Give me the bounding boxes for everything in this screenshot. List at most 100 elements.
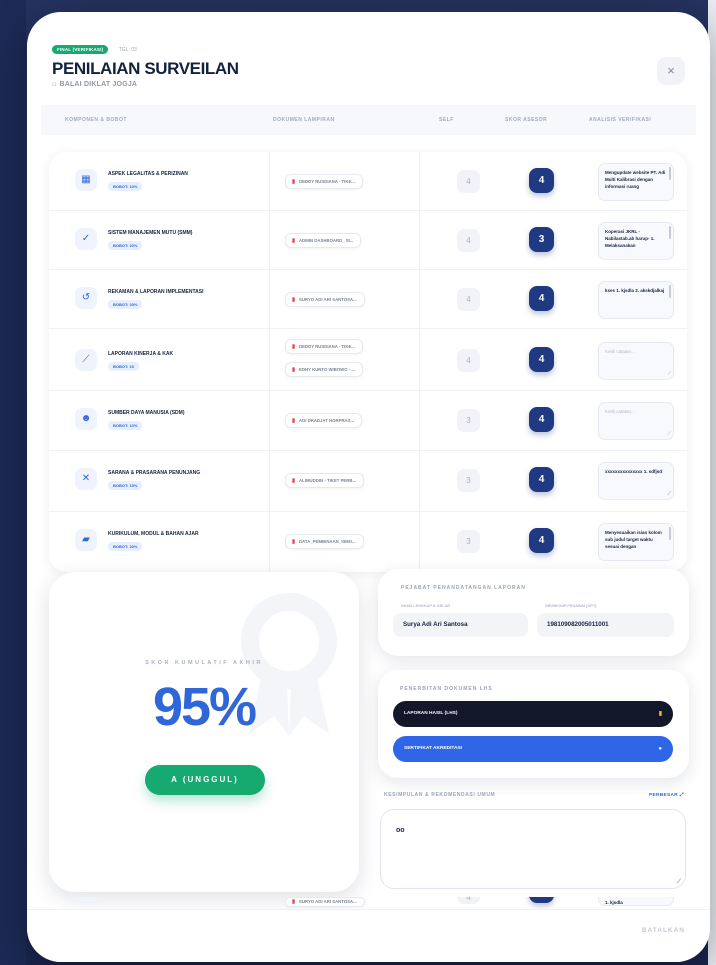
asesor-score-button[interactable]: 4	[529, 467, 554, 492]
document-chip[interactable]: ▮ DEDDY RUSDIANA - TIKE...	[285, 174, 363, 189]
page-title: PENILAIAN SURVEILAN	[52, 59, 239, 78]
document-chip[interactable]: ▮ ADI DRADJAT NORPRAS...	[285, 413, 363, 428]
certificate-icon: ●	[658, 746, 662, 752]
score-card: SKOR KUMULATIF AKHIR 95% A (UNGGUL)	[49, 572, 359, 892]
kesimpulan-textarea[interactable]: oo ⟋	[380, 809, 686, 889]
document-chip[interactable]: ▮ EDHY KUNTO WIBOWO - ...	[285, 362, 363, 377]
col-skor-asesor: SKOR ASESOR	[505, 117, 548, 123]
asesor-score-button[interactable]: 4	[529, 286, 554, 311]
asesor-score-button[interactable]: 4	[529, 347, 554, 372]
col-analisis: ANALISIS VERIFIKASI	[589, 117, 652, 123]
score-value: 95%	[152, 677, 257, 737]
partial-row: ↺ ▮SURYO ADI ARI SANTOSA... 4 1. kjsdla	[49, 897, 687, 909]
self-score: 4	[457, 170, 480, 193]
lhs-section-title: PENERBITAN DOKUMEN LHS	[400, 686, 493, 692]
analisis-textarea[interactable]: Koperasi JKRL - Nabilastab.ab harup- 1. …	[598, 222, 674, 260]
sertifikat-button[interactable]: SERTIFIKAT AKREDITASI ●	[393, 736, 673, 762]
asesor-score-button[interactable]	[529, 897, 554, 903]
pdf-icon: ▮	[292, 418, 296, 424]
date-label: TGL: 03	[118, 47, 137, 53]
modal-header: FINAL (VERIFIKASI) TGL: 03 PENILAIAN SUR…	[52, 38, 685, 108]
table-row: ↺ REKAMAN & LAPORAN IMPLEMENTASI BOBOT: …	[49, 270, 687, 329]
analisis-textarea[interactable]: Ketik catatan... ⟋	[598, 342, 674, 380]
document-chip[interactable]: ▮ DATA_PEMBINAAN_SIMO...	[285, 534, 364, 549]
analisis-textarea[interactable]: Ketik catatan... ⟋	[598, 402, 674, 440]
badge-check-icon: ✓	[75, 228, 97, 250]
building-icon: ▦	[75, 169, 97, 191]
status-badge: FINAL (VERIFIKASI)	[52, 45, 109, 54]
table-row: ▦ ASPEK LEGALITAS & PERIZINAN BOBOT: 10%…	[49, 152, 687, 211]
component-name: LAPORAN KINERJA & KAK	[108, 351, 174, 357]
component-name: KURIKULUM, MODUL & BAHAN AJAR	[108, 531, 199, 537]
pdf-icon: ▮	[292, 367, 296, 373]
asesor-score-button[interactable]: 4	[529, 168, 554, 193]
col-self: SELF	[439, 117, 454, 123]
resize-grip-icon[interactable]: ⟋	[677, 879, 681, 886]
scrollbar[interactable]	[669, 226, 671, 239]
resize-grip-icon[interactable]: ⟋	[667, 371, 671, 378]
col-komponen: KOMPONEN & BOBOT	[65, 117, 127, 123]
scrollbar[interactable]	[669, 285, 671, 298]
perbesar-link[interactable]: PERBESAR ⤢	[649, 792, 684, 798]
pdf-icon: ▮	[292, 539, 296, 545]
bobot-badge: BOBOT: 20%	[108, 241, 143, 250]
grade-badge: A (UNGGUL)	[145, 765, 265, 795]
modal-footer: BATALKAN	[27, 909, 710, 962]
document-chip[interactable]: ▮ SURYO ADI ARI SANTOSA...	[285, 292, 365, 307]
bank-icon: ⌂	[52, 81, 57, 88]
bobot-badge: BOBOT: 20%	[108, 300, 143, 309]
document-chip[interactable]: ▮ ADMIN DASHBOARD_ SI...	[285, 233, 362, 248]
analisis-textarea[interactable]: xxxxxxxxxxxxxxx 1. sdfjsd ⟋	[598, 462, 674, 500]
self-score: 4	[457, 288, 480, 311]
pdf-icon: ▮	[292, 179, 296, 185]
component-name: REKAMAN & LAPORAN IMPLEMENTASI	[108, 289, 204, 295]
resize-grip-icon[interactable]: ⟋	[667, 491, 671, 498]
signer-nip-label: NIP/NIK/NIP PEGAWAI (OPT)	[545, 604, 597, 608]
sidebar-backdrop	[0, 0, 26, 965]
component-name: ASPEK LEGALITAS & PERIZINAN	[108, 171, 188, 177]
analisis-textarea[interactable]: 1. kjsdla	[598, 897, 674, 906]
pdf-icon: ▮	[292, 478, 296, 484]
table-row: ☻ SUMBER DAYA MANUSIA (SDM) BOBOT: 10% ▮…	[49, 391, 687, 451]
document-chip[interactable]: ▮ ALIMUDDIN - TIKET PERB...	[285, 473, 365, 488]
penilaian-modal: FINAL (VERIFIKASI) TGL: 03 PENILAIAN SUR…	[27, 12, 710, 962]
signer-nip-field[interactable]: 198109082005011001	[537, 613, 674, 637]
signer-section-title: PEJABAT PENANDATANGAN LAPORAN	[401, 585, 526, 591]
laporan-hasil-button[interactable]: LAPORAN HASIL (LHS) ▮	[393, 701, 673, 727]
bobot-badge: BOBOT: 15	[108, 362, 139, 371]
history-icon: ↺	[75, 897, 97, 903]
chart-line-icon: ⟋	[75, 349, 97, 371]
tools-icon: ✕	[75, 468, 97, 490]
signer-name-field[interactable]: Surya Adi Ari Santosa	[393, 613, 528, 637]
asesor-score-button[interactable]: 4	[529, 528, 554, 553]
bobot-badge: BOBOT: 15%	[108, 481, 143, 490]
self-score: 3	[457, 409, 480, 432]
analisis-textarea[interactable]: Mengupdate website PT. Adi Multi Kalibra…	[598, 163, 674, 201]
lhs-card: PENERBITAN DOKUMEN LHS LAPORAN HASIL (LH…	[378, 670, 689, 778]
table-column-header: KOMPONEN & BOBOT DOKUMEN LAMPIRAN SELF S…	[41, 105, 696, 135]
cancel-button[interactable]: BATALKAN	[642, 927, 685, 934]
pdf-icon: ▮	[292, 238, 296, 244]
col-dokumen: DOKUMEN LAMPIRAN	[273, 117, 335, 123]
assessment-table: ▦ ASPEK LEGALITAS & PERIZINAN BOBOT: 10%…	[49, 152, 687, 572]
users-icon: ☻	[75, 408, 97, 430]
table-row: ▰ KURIKULUM, MODUL & BAHAN AJAR BOBOT: 2…	[49, 512, 687, 572]
document-chip[interactable]: ▮ DEDDY RUSDIANA - TIKE...	[285, 339, 363, 354]
self-score: 4	[457, 349, 480, 372]
bobot-badge: BOBOT: 20%	[108, 542, 143, 551]
institution-name: ⌂ BALAI DIKLAT JOGJA	[52, 81, 138, 88]
resize-grip-icon[interactable]: ⟋	[667, 431, 671, 438]
document-chip[interactable]: ▮ SURYO ADI ARI SANTOSA...	[285, 897, 365, 907]
signer-card: PEJABAT PENANDATANGAN LAPORAN NAMA LENGK…	[378, 569, 689, 656]
table-row: ⟋ LAPORAN KINERJA & KAK BOBOT: 15 ▮ DEDDY…	[49, 329, 687, 391]
close-button[interactable]: ×	[657, 57, 685, 85]
analisis-textarea[interactable]: Menyesuaikan isian kolom sub judul targe…	[598, 523, 674, 561]
scrollbar[interactable]	[669, 527, 671, 540]
score-label: SKOR KUMULATIF AKHIR	[145, 660, 263, 666]
scrollbar[interactable]	[669, 167, 671, 180]
analisis-textarea[interactable]: kses 1. kjsdla 2. akskdjalkaj	[598, 281, 674, 319]
asesor-score-button[interactable]: 3	[529, 227, 554, 252]
pdf-icon: ▮	[292, 899, 296, 905]
asesor-score-button[interactable]: 4	[529, 407, 554, 432]
component-name: SARANA & PRASARANA PENUNJANG	[108, 470, 201, 476]
